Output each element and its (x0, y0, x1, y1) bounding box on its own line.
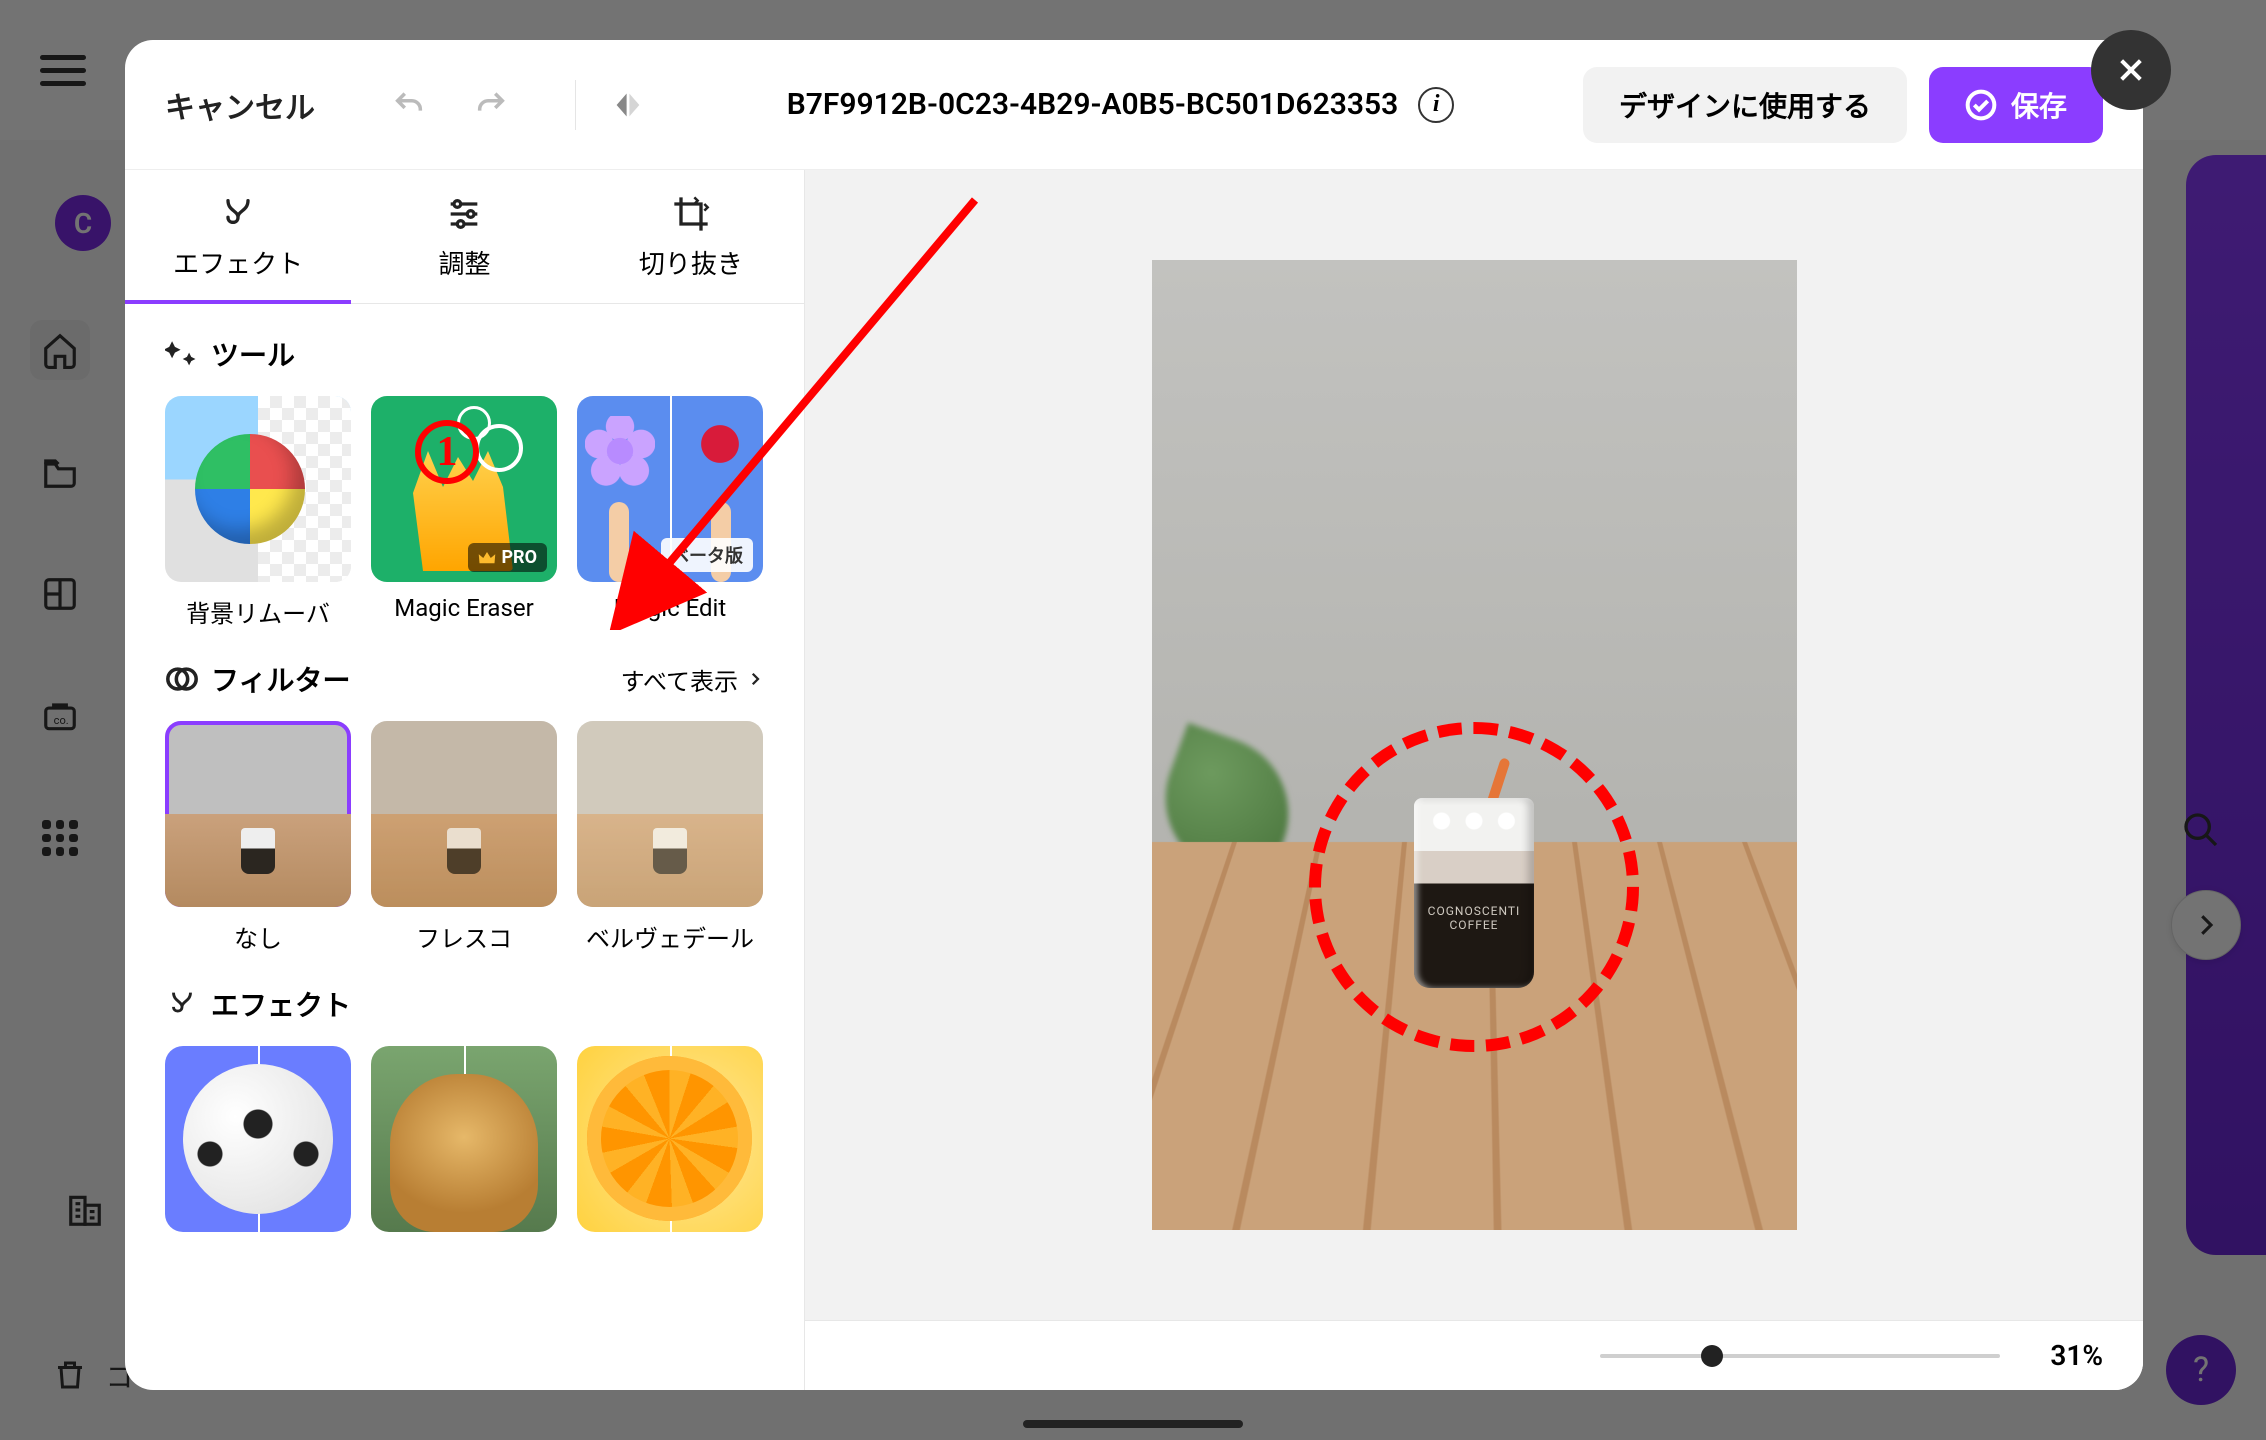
pro-badge: PRO (262, 543, 341, 572)
tab-effects[interactable]: エフェクト (125, 170, 351, 303)
effect-2[interactable] (371, 1046, 557, 1232)
tab-label: 調整 (438, 244, 490, 281)
save-label: 保存 (2011, 85, 2067, 125)
editor-header: キャンセル B7F9912B-0C23-4B29-A0B5-BC501D6233… (125, 40, 2143, 170)
section-fx-title: エフェクト (211, 984, 351, 1024)
cancel-button[interactable]: キャンセル (165, 83, 315, 127)
annotation-circle (1309, 722, 1639, 1052)
card-label: 背景リムーバ (165, 594, 351, 629)
card-label: ベルヴェデール (577, 919, 763, 954)
section-tools-title: ツール (211, 334, 295, 374)
tab-label: エフェクト (173, 244, 303, 281)
image-editor-modal: キャンセル B7F9912B-0C23-4B29-A0B5-BC501D6233… (125, 40, 2143, 1390)
info-icon[interactable]: i (1418, 87, 1454, 123)
annotation-number: 1 (415, 420, 479, 484)
card-label: なし (165, 919, 351, 954)
zoom-slider[interactable] (1600, 1354, 2000, 1358)
save-button[interactable]: 保存 (1929, 67, 2103, 143)
tool-bg-remover[interactable]: PRO 背景リムーバ (165, 396, 351, 629)
filter-none[interactable]: なし (165, 721, 351, 954)
flip-button[interactable] (598, 75, 658, 135)
filter-fresco[interactable]: フレスコ (371, 721, 557, 954)
see-all-filters[interactable]: すべて表示 (621, 662, 764, 697)
tab-adjust[interactable]: 調整 (351, 170, 577, 303)
beta-badge: ベータ版 (661, 538, 753, 572)
use-in-design-button[interactable]: デザインに使用する (1583, 67, 1907, 143)
effect-3[interactable] (577, 1046, 763, 1232)
home-indicator (1023, 1420, 1243, 1428)
card-label: Magic Edit (577, 594, 763, 622)
card-label: Magic Eraser (371, 594, 557, 622)
close-button[interactable] (2091, 30, 2171, 110)
effect-1[interactable] (165, 1046, 351, 1232)
card-label: フレスコ (371, 919, 557, 954)
effects-panel: エフェクト 調整 切り抜き ツール PR (125, 170, 805, 1390)
tool-magic-edit[interactable]: ベータ版 Magic Edit (577, 396, 763, 629)
canvas-stage[interactable]: COGNOSCENTICOFFEE (805, 170, 2143, 1320)
undo-button[interactable] (379, 75, 439, 135)
filter-belvedere[interactable]: ベルヴェデール (577, 721, 763, 954)
image-title: B7F9912B-0C23-4B29-A0B5-BC501D623353 (787, 87, 1399, 122)
zoom-value: 31% (2050, 1339, 2103, 1372)
section-filters-title: フィルター (211, 659, 350, 699)
redo-button[interactable] (461, 75, 521, 135)
tab-label: 切り抜き (639, 244, 743, 281)
tab-crop[interactable]: 切り抜き (578, 170, 804, 303)
pro-badge: PRO (468, 543, 547, 572)
